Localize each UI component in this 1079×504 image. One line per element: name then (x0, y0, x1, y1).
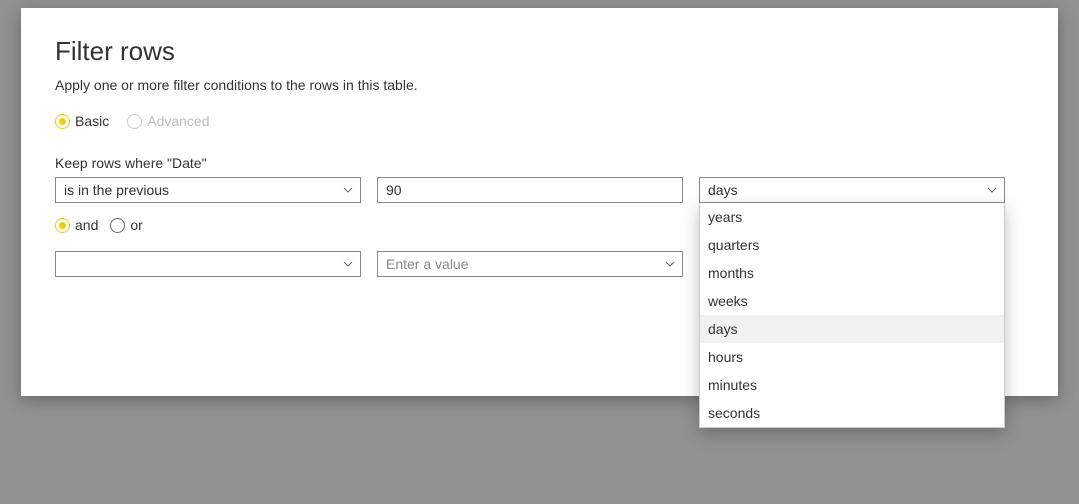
condition-row-1: is in the previous days yearsquartersmon… (55, 177, 1024, 203)
keep-rows-label: Keep rows where "Date" (55, 155, 1024, 171)
radio-and[interactable]: and (55, 217, 98, 233)
radio-icon (127, 114, 142, 129)
unit-option-years[interactable]: years (700, 203, 1004, 231)
value-field-2[interactable] (377, 251, 683, 277)
radio-and-label: and (75, 217, 98, 233)
radio-or[interactable]: or (110, 217, 142, 233)
unit-dropdown-list: yearsquartersmonthsweeksdayshoursminutes… (699, 203, 1005, 428)
operator-dropdown-1[interactable]: is in the previous (55, 177, 361, 203)
unit-option-weeks[interactable]: weeks (700, 287, 1004, 315)
value-input-2[interactable] (386, 252, 674, 276)
unit-option-hours[interactable]: hours (700, 343, 1004, 371)
chevron-down-icon (664, 258, 676, 270)
unit-value-1: days (708, 182, 738, 198)
operator-dropdown-2[interactable] (55, 251, 361, 277)
chevron-down-icon (342, 184, 354, 196)
unit-option-seconds[interactable]: seconds (700, 399, 1004, 427)
chevron-down-icon (342, 258, 354, 270)
filter-rows-dialog: Filter rows Apply one or more filter con… (21, 8, 1058, 396)
radio-basic[interactable]: Basic (55, 113, 109, 129)
radio-basic-label: Basic (75, 113, 109, 129)
unit-option-minutes[interactable]: minutes (700, 371, 1004, 399)
value-input-1[interactable] (386, 178, 674, 202)
unit-option-quarters[interactable]: quarters (700, 231, 1004, 259)
unit-dropdown-1[interactable]: days yearsquartersmonthsweeksdayshoursmi… (699, 177, 1005, 203)
dialog-title: Filter rows (55, 36, 1024, 67)
radio-or-label: or (130, 217, 142, 233)
chevron-down-icon (986, 184, 998, 196)
unit-option-months[interactable]: months (700, 259, 1004, 287)
unit-option-days[interactable]: days (700, 315, 1004, 343)
mode-selector: Basic Advanced (55, 113, 1024, 129)
dialog-subtitle: Apply one or more filter conditions to t… (55, 77, 1024, 93)
radio-icon (55, 218, 70, 233)
radio-advanced-label: Advanced (147, 113, 209, 129)
operator-value-1: is in the previous (64, 182, 169, 198)
radio-icon (55, 114, 70, 129)
radio-advanced[interactable]: Advanced (127, 113, 209, 129)
radio-icon (110, 218, 125, 233)
value-field-1[interactable] (377, 177, 683, 203)
